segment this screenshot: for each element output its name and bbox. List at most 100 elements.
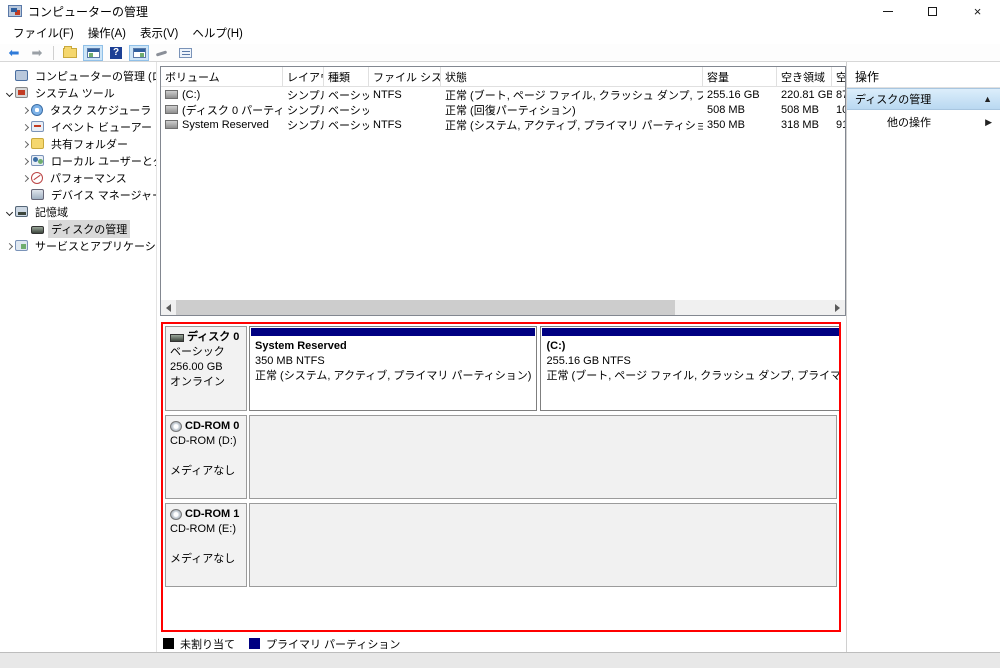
partition-text: 正常 (システム, アクティブ, プライマリ パーティション) — [255, 369, 531, 384]
menu-view[interactable]: 表示(V) — [133, 22, 185, 44]
cell-pct: 87 % — [832, 87, 846, 102]
cell-pct: 100 — [832, 102, 846, 117]
disk-tool-button[interactable] — [152, 45, 172, 61]
tree-expander-icon[interactable] — [4, 87, 14, 99]
tree-item-0[interactable]: コンピューターの管理 (ローカル) — [0, 67, 156, 84]
window-title: コンピューターの管理 — [28, 3, 148, 20]
submenu-caret-icon: ▶ — [985, 117, 992, 128]
desktop-strip — [0, 652, 1000, 668]
partition-text: 255.16 GB NTFS — [546, 354, 841, 369]
up-folder-button[interactable] — [60, 45, 80, 61]
tree-item-1[interactable]: システム ツール — [0, 84, 156, 101]
app-icon — [8, 5, 22, 17]
maximize-icon — [928, 7, 937, 16]
tree-item-10[interactable]: サービスとアプリケーション — [0, 237, 156, 254]
collapse-caret-icon[interactable]: ▲ — [983, 94, 992, 104]
computer-icon — [15, 70, 28, 81]
actions-group-label: ディスクの管理 — [855, 91, 931, 107]
legend-swatch-1 — [249, 638, 260, 649]
disk0-partitions: System Reserved350 MB NTFS正常 (システム, アクティ… — [249, 326, 841, 411]
title-bar: コンピューターの管理 × — [0, 0, 1000, 22]
cdrom0-name: CD-ROM 0 — [185, 419, 239, 434]
maximize-button[interactable] — [910, 0, 955, 22]
close-icon: × — [974, 4, 982, 19]
console-tree-toggle-icon — [87, 48, 100, 58]
properties-icon — [179, 48, 192, 58]
tree-item-8[interactable]: 記憶域 — [0, 203, 156, 220]
volume-row-2[interactable]: System ReservedシンプルベーシックNTFS正常 (システム, アク… — [161, 117, 845, 132]
volume-icon — [165, 120, 178, 129]
forward-button[interactable]: ➡ — [27, 45, 47, 61]
tree-item-9[interactable]: ディスクの管理 — [0, 220, 156, 237]
volume-row-0[interactable]: (C:)シンプルベーシックNTFS正常 (ブート, ページ ファイル, クラッシ… — [161, 87, 845, 102]
tree-item-6[interactable]: パフォーマンス — [0, 169, 156, 186]
disk0-label[interactable]: ディスク 0 ベーシック 256.00 GB オンライン — [165, 326, 247, 411]
help-button[interactable]: ? — [106, 45, 126, 61]
computer-management-window: コンピューターの管理 × ファイル(F) 操作(A) 表示(V) ヘルプ(H) … — [0, 0, 1000, 652]
horizontal-scrollbar[interactable] — [161, 300, 845, 315]
tree-expander-icon[interactable] — [20, 172, 30, 184]
cdrom0-label[interactable]: CD-ROM 0 CD-ROM (D:) メディアなし — [165, 415, 247, 499]
partition-color-bar — [542, 328, 841, 336]
tree-item-3[interactable]: イベント ビューアー — [0, 118, 156, 135]
tree-expander-icon[interactable] — [4, 206, 14, 218]
column-header-0[interactable]: ボリューム — [161, 67, 283, 86]
users-icon — [31, 155, 44, 166]
scroll-right-arrow[interactable] — [830, 300, 845, 315]
tree-item-4[interactable]: 共有フォルダー — [0, 135, 156, 152]
folder-icon — [31, 138, 44, 149]
column-header-3[interactable]: ファイル システム — [369, 67, 441, 86]
menu-action[interactable]: 操作(A) — [81, 22, 133, 44]
volume-table-header: ボリュームレイアウト種類ファイル システム状態容量空き領域空き — [161, 67, 845, 87]
tree-expander-icon[interactable] — [20, 104, 30, 116]
minimize-button[interactable] — [865, 0, 910, 22]
column-header-6[interactable]: 空き領域 — [777, 67, 832, 86]
properties-button[interactable] — [175, 45, 195, 61]
event-icon — [31, 121, 44, 132]
disk-icon — [170, 334, 184, 342]
back-button[interactable]: ⬅ — [4, 45, 24, 61]
partition-1[interactable]: (C:)255.16 GB NTFS正常 (ブート, ページ ファイル, クラッ… — [540, 326, 841, 411]
tree-expander-icon[interactable] — [20, 121, 30, 133]
cdrom1-name: CD-ROM 1 — [185, 507, 239, 522]
legend-swatch-0 — [163, 638, 174, 649]
tree-item-label: システム ツール — [32, 84, 118, 102]
cdrom0-media-area[interactable] — [249, 415, 837, 499]
actions-group-disk-management[interactable]: ディスクの管理 ▲ — [847, 88, 1000, 110]
volume-row-1[interactable]: (ディスク 0 パーティション 3)シンプルベーシック正常 (回復パーティション… — [161, 102, 845, 117]
console-tree-toggle-button[interactable] — [83, 45, 103, 61]
volume-icon — [165, 90, 178, 99]
partition-color-bar — [251, 328, 535, 336]
menu-file[interactable]: ファイル(F) — [6, 22, 81, 44]
tree-item-5[interactable]: ローカル ユーザーとグループ — [0, 152, 156, 169]
column-header-5[interactable]: 容量 — [703, 67, 777, 86]
clock-icon — [31, 104, 43, 116]
tree-expander-icon[interactable] — [20, 138, 30, 150]
more-actions-item[interactable]: 他の操作 ▶ — [847, 110, 1000, 134]
column-header-7[interactable]: 空き — [832, 67, 846, 86]
toolbar-separator — [53, 46, 54, 60]
menu-help[interactable]: ヘルプ(H) — [185, 22, 249, 44]
cdrom1-media-area[interactable] — [249, 503, 837, 587]
tree-expander-icon[interactable] — [4, 240, 14, 252]
tree-item-2[interactable]: タスク スケジューラ — [0, 101, 156, 118]
column-header-4[interactable]: 状態 — [441, 67, 703, 86]
tree-expander-icon[interactable] — [20, 155, 30, 167]
partition-0[interactable]: System Reserved350 MB NTFS正常 (システム, アクティ… — [249, 326, 537, 411]
more-actions-label: 他の操作 — [887, 114, 931, 130]
graphical-view-filler — [165, 591, 837, 628]
column-header-1[interactable]: レイアウト — [283, 67, 324, 86]
scrollbar-thumb[interactable] — [176, 300, 675, 315]
cdrom1-label[interactable]: CD-ROM 1 CD-ROM (E:) メディアなし — [165, 503, 247, 587]
cell-status: 正常 (システム, アクティブ, プライマリ パーティション) — [441, 117, 703, 132]
partition-text: 350 MB NTFS — [255, 354, 531, 369]
forward-icon: ➡ — [32, 46, 43, 59]
cdrom1-row: CD-ROM 1 CD-ROM (E:) メディアなし — [165, 503, 837, 587]
action-pane-toggle-button[interactable] — [129, 45, 149, 61]
scroll-left-arrow[interactable] — [161, 300, 176, 315]
column-header-2[interactable]: 種類 — [324, 67, 369, 86]
cell-fs: NTFS — [369, 87, 441, 102]
close-button[interactable]: × — [955, 0, 1000, 22]
tree-item-7[interactable]: デバイス マネージャー — [0, 186, 156, 203]
partition-text: 正常 (ブート, ページ ファイル, クラッシュ ダンプ, プライマリ パーティ… — [546, 369, 841, 384]
